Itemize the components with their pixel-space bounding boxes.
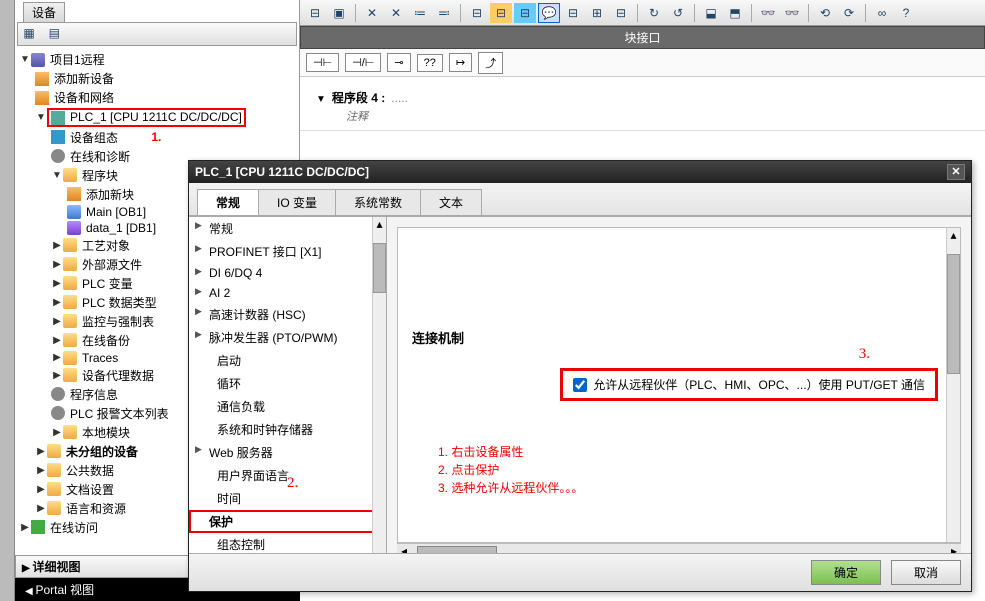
tb-icon[interactable]: 👓 <box>781 3 803 23</box>
tb-icon[interactable]: ⊟ <box>304 3 326 23</box>
segment-title: 程序段 4 : <box>332 89 385 106</box>
tb-icon[interactable]: ⊟ <box>610 3 632 23</box>
section-connection-mechanism: 连接机制 <box>412 328 946 347</box>
block-interface-header[interactable]: 块接口 <box>300 26 985 49</box>
cancel-button[interactable]: 取消 <box>891 560 961 585</box>
cat-general[interactable]: 常规 <box>189 217 386 240</box>
putget-label: 允许从远程伙伴（PLC、HMI、OPC、...）使用 PUT/GET 通信 <box>593 376 925 393</box>
properties-dialog: PLC_1 [CPU 1211C DC/DC/DC] ✕ 常规 IO 变量 系统… <box>188 160 972 592</box>
ladder-no-contact[interactable]: ⊣⊢ <box>306 53 339 72</box>
ladder-coil[interactable]: ⊸ <box>387 53 410 72</box>
annotation-2: 2. <box>287 475 298 492</box>
ladder-box[interactable]: ?? <box>417 54 443 72</box>
ladder-branch[interactable]: ↦ <box>449 53 472 72</box>
tb-icon[interactable]: ✕ <box>385 3 407 23</box>
devices-tab[interactable]: 设备 <box>23 2 65 22</box>
tree-dev-config[interactable]: 设备组态 1. <box>15 128 299 147</box>
program-segment[interactable]: 程序段 4 :..... 注释 <box>300 83 985 131</box>
dialog-titlebar[interactable]: PLC_1 [CPU 1211C DC/DC/DC] ✕ <box>189 161 971 183</box>
left-dock-bar[interactable] <box>0 0 15 601</box>
tb-icon[interactable]: ▣ <box>328 3 350 23</box>
tb-icon[interactable]: 💬 <box>538 3 560 23</box>
tb-icon[interactable]: ⊟ <box>466 3 488 23</box>
cat-commload[interactable]: 通信负载 <box>189 395 386 418</box>
tb-icon[interactable]: ? <box>895 3 917 23</box>
category-scrollbar[interactable]: ▴ <box>372 217 386 553</box>
editor-toolbar: ⊟ ▣ ✕ ✕ ≔ ≕ ⊟ ⊟ ⊟ 💬 ⊟ ⊞ ⊟ ↻ ↺ ⬓ ⬒ 👓 👓 ⟲ <box>300 0 985 26</box>
putget-permission-box: 允许从远程伙伴（PLC、HMI、OPC、...）使用 PUT/GET 通信 <box>560 368 938 401</box>
tab-io-vars[interactable]: IO 变量 <box>258 189 336 215</box>
tab-general[interactable]: 常规 <box>197 189 259 215</box>
ladder-toolbar: ⊣⊢ ⊣/⊢ ⊸ ?? ↦ ⤴ <box>300 49 985 77</box>
cat-hsc[interactable]: 高速计数器 (HSC) <box>189 303 386 326</box>
cat-cycle[interactable]: 循环 <box>189 372 386 395</box>
tb-icon[interactable]: ≔ <box>409 3 431 23</box>
content-hscrollbar[interactable]: ◂▸ <box>397 543 961 553</box>
dialog-content: 连接机制 3. 允许从远程伙伴（PLC、HMI、OPC、...）使用 PUT/G… <box>387 217 971 553</box>
cat-configctrl[interactable]: 组态控制 <box>189 533 386 553</box>
cat-startup[interactable]: 启动 <box>189 349 386 372</box>
tree-toolbar: ▦ ▤ <box>17 22 297 46</box>
dialog-title-text: PLC_1 [CPU 1211C DC/DC/DC] <box>195 165 369 179</box>
tree-root[interactable]: 项目1远程 <box>15 50 299 69</box>
cat-profinet[interactable]: PROFINET 接口 [X1] <box>189 240 386 263</box>
tb-icon[interactable]: ⬓ <box>700 3 722 23</box>
tb-icon[interactable]: ⊟ <box>514 3 536 23</box>
dialog-footer: 确定 取消 <box>189 553 971 591</box>
tb-icon[interactable]: ⟲ <box>814 3 836 23</box>
instruction-annotations: 1. 右击设备属性 2. 点击保护 3. 选种允许从远程伙伴。。。 <box>438 443 583 497</box>
tb-icon[interactable]: ✕ <box>361 3 383 23</box>
tree-tool-1[interactable]: ▦ <box>18 23 40 43</box>
ok-button[interactable]: 确定 <box>811 560 881 585</box>
cat-sysclock[interactable]: 系统和时钟存储器 <box>189 418 386 441</box>
tree-tool-2[interactable]: ▤ <box>43 23 65 43</box>
dialog-tabs: 常规 IO 变量 系统常数 文本 <box>189 183 971 216</box>
cat-protect[interactable]: 保护 <box>189 510 386 533</box>
tb-icon[interactable]: ⊞ <box>586 3 608 23</box>
tb-icon[interactable]: ∞ <box>871 3 893 23</box>
dialog-category-list: 常规 PROFINET 接口 [X1] DI 6/DQ 4 AI 2 高速计数器… <box>189 217 387 553</box>
tree-plc[interactable]: PLC_1 [CPU 1211C DC/DC/DC] <box>15 107 299 128</box>
annotation-3: 3. <box>859 346 870 363</box>
tb-icon[interactable]: ⟳ <box>838 3 860 23</box>
tb-icon[interactable]: 👓 <box>757 3 779 23</box>
tab-text[interactable]: 文本 <box>420 189 482 215</box>
tb-icon[interactable]: ⊟ <box>490 3 512 23</box>
ladder-branch-up[interactable]: ⤴ <box>478 52 503 74</box>
putget-checkbox[interactable] <box>573 378 587 392</box>
segment-comment: 注释 <box>346 108 969 124</box>
tb-icon[interactable]: ⊟ <box>562 3 584 23</box>
annotation-1: 1. <box>151 130 161 144</box>
close-icon[interactable]: ✕ <box>947 164 965 180</box>
tb-icon[interactable]: ↻ <box>643 3 665 23</box>
tb-icon[interactable]: ≕ <box>433 3 455 23</box>
tb-icon[interactable]: ↺ <box>667 3 689 23</box>
ladder-nc-contact[interactable]: ⊣/⊢ <box>345 53 381 72</box>
cat-pto[interactable]: 脉冲发生器 (PTO/PWM) <box>189 326 386 349</box>
cat-webserver[interactable]: Web 服务器 <box>189 441 386 464</box>
tab-sys-const[interactable]: 系统常数 <box>335 189 421 215</box>
cat-didq[interactable]: DI 6/DQ 4 <box>189 263 386 283</box>
tree-dev-network[interactable]: 设备和网络 <box>15 88 299 107</box>
cat-ai2[interactable]: AI 2 <box>189 283 386 303</box>
tb-icon[interactable]: ⬒ <box>724 3 746 23</box>
content-scrollbar[interactable]: ▴ <box>946 228 960 542</box>
tree-add-device[interactable]: 添加新设备 <box>15 69 299 88</box>
segment-collapse-icon[interactable] <box>316 91 326 105</box>
